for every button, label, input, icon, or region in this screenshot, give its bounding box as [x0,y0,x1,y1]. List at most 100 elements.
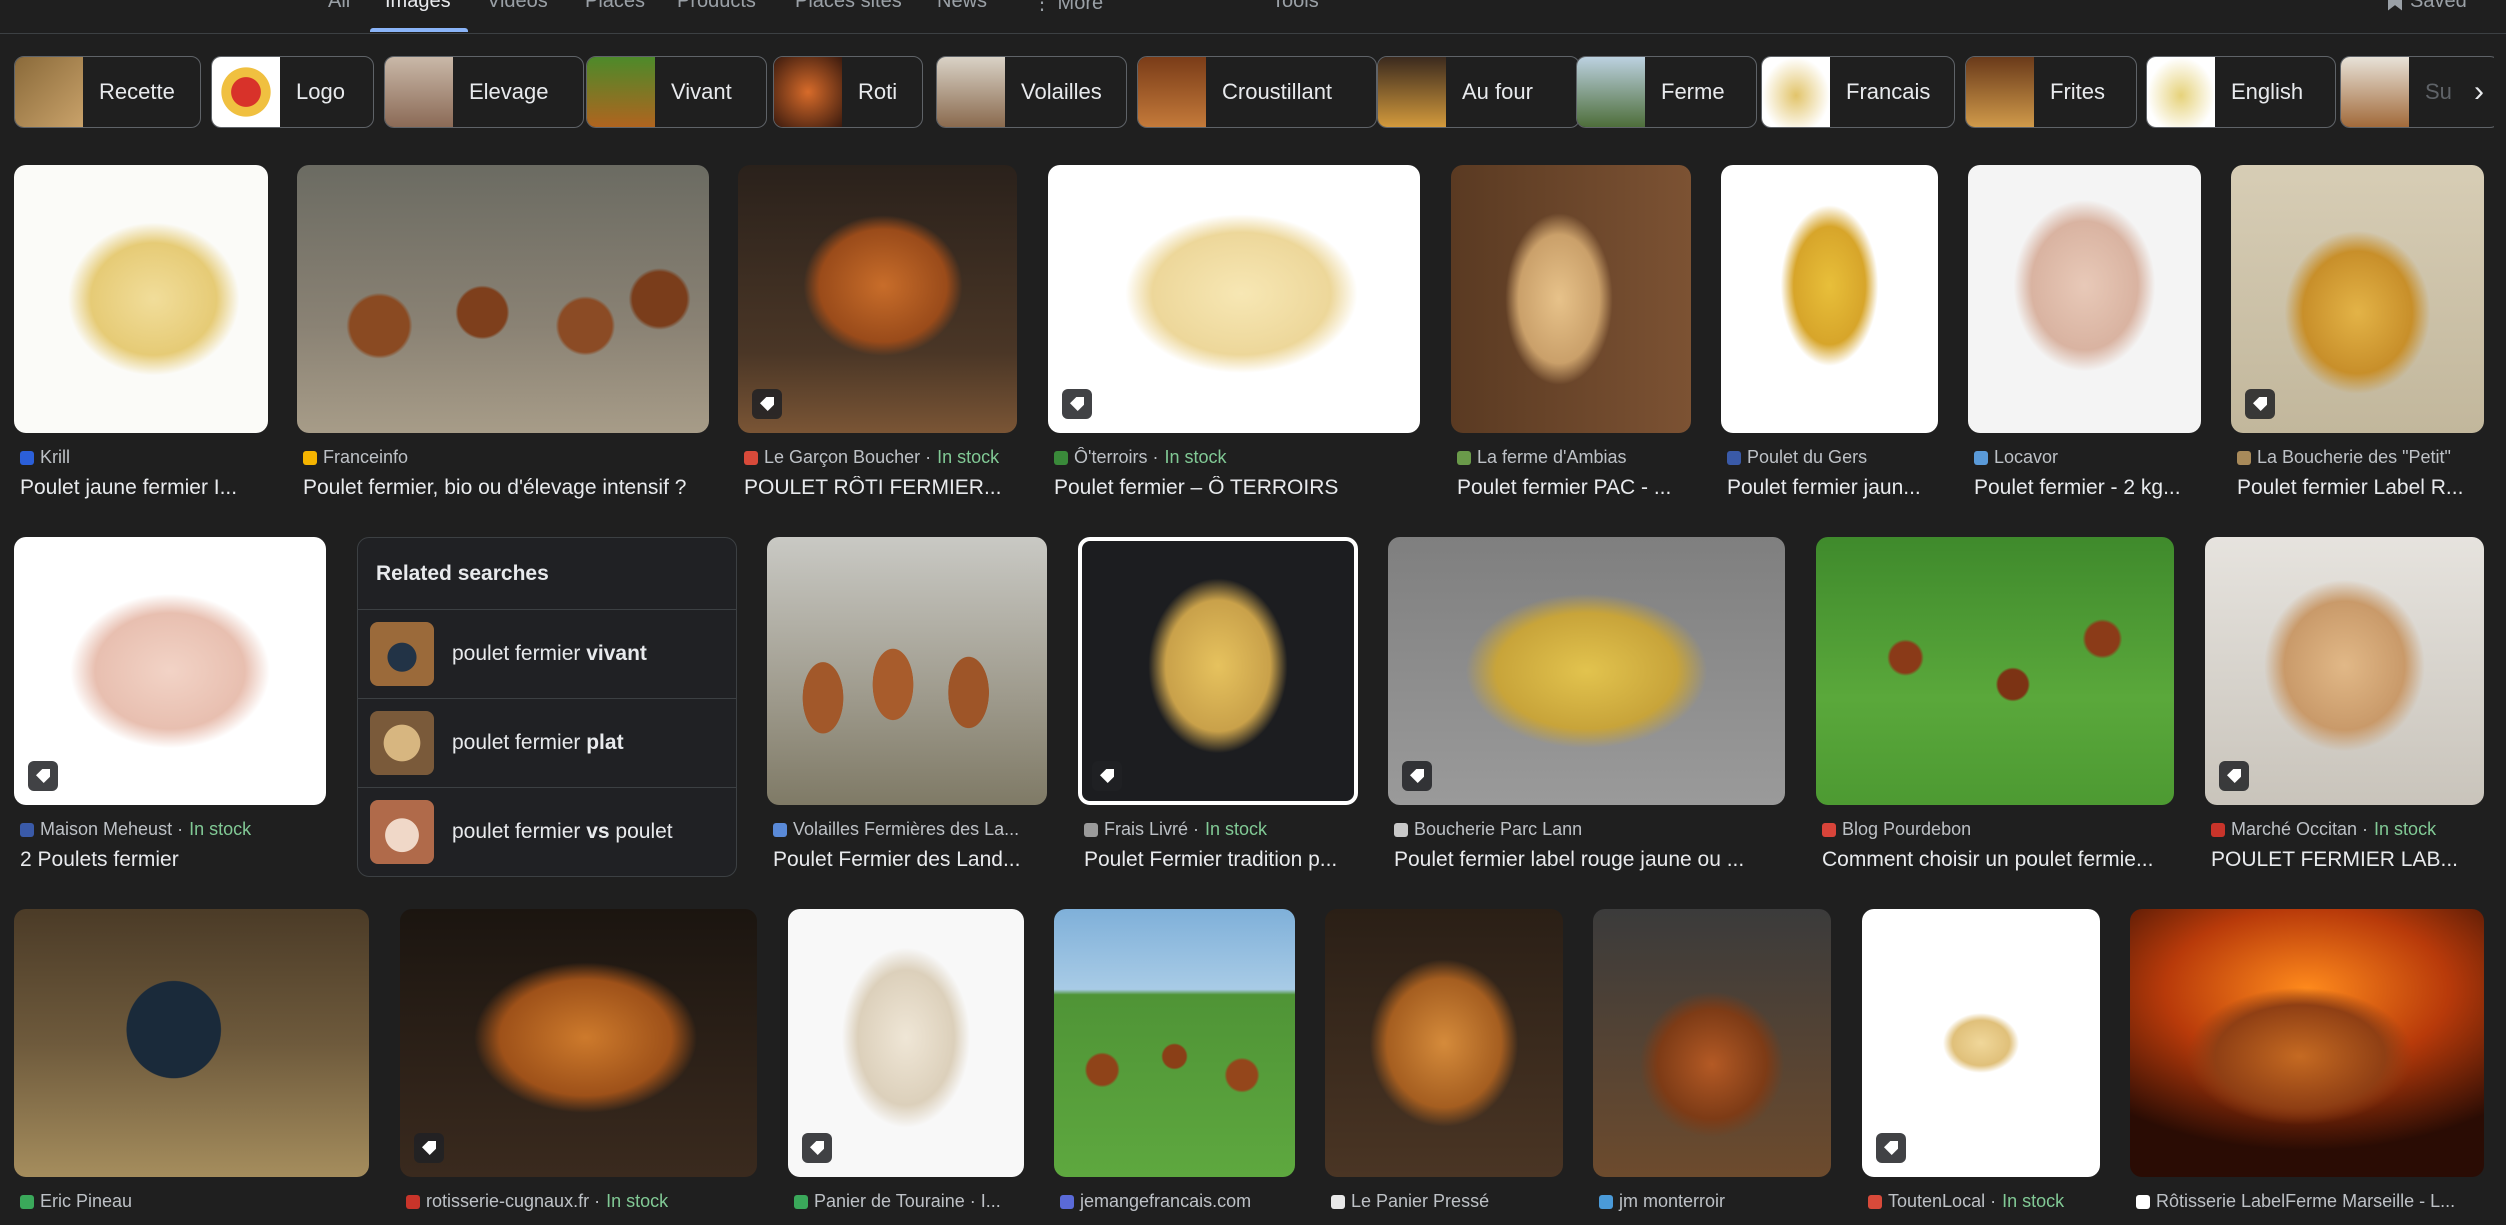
result-card[interactable]: Le Panier Pressé [1325,909,1563,1225]
result-source[interactable]: Maison Meheust · In stock [20,819,326,840]
result-card[interactable]: jm monterroir [1593,909,1831,1225]
result-card[interactable]: Eric Pineau [14,909,369,1225]
result-card[interactable]: La ferme d'Ambias Poulet fermier PAC - .… [1451,165,1691,505]
result-title[interactable]: Poulet Fermier des Land... [773,848,1047,872]
result-card[interactable]: Ô'terroirs · In stock Poulet fermier – Ô… [1048,165,1420,505]
result-title[interactable]: 2 Poulets fermier [20,848,326,872]
result-source[interactable]: Blog Pourdebon [1822,819,2174,840]
result-card[interactable]: Krill Poulet jaune fermier I... [14,165,268,505]
result-image[interactable] [1968,165,2201,433]
related-search-item[interactable]: poulet fermier vivant [358,609,736,697]
result-title[interactable]: Poulet fermier PAC - ... [1457,476,1691,500]
chip-english[interactable]: English [2146,56,2336,128]
result-title[interactable]: Poulet fermier jaun... [1727,476,1938,500]
result-image[interactable] [1078,537,1358,805]
result-image[interactable] [1325,909,1563,1177]
result-source[interactable]: ToutenLocal · In stock [1868,1191,2100,1212]
result-image[interactable] [1054,909,1295,1177]
result-source[interactable]: Rôtisserie LabelFerme Marseille - L... [2136,1191,2484,1212]
result-title[interactable]: POULET RÔTI FERMIER... [744,476,1017,500]
result-card[interactable]: jemangefrancais.com [1054,909,1295,1225]
result-card[interactable]: Marché Occitan · In stock POULET FERMIER… [2205,537,2484,877]
result-image[interactable] [1721,165,1938,433]
result-image[interactable] [297,165,709,433]
result-source[interactable]: Marché Occitan · In stock [2211,819,2484,840]
result-source[interactable]: Le Garçon Boucher · In stock [744,447,1017,468]
result-image[interactable] [1816,537,2174,805]
result-source[interactable]: rotisserie-cugnaux.fr · In stock [406,1191,757,1212]
result-source[interactable]: Eric Pineau [20,1191,369,1212]
result-source[interactable]: jemangefrancais.com [1060,1191,1295,1212]
result-source[interactable]: Panier de Touraine · I... [794,1191,1024,1212]
result-title[interactable]: Poulet fermier label rouge jaune ou ... [1394,848,1785,872]
chips-next-arrow-icon[interactable]: › [2452,60,2506,124]
chip-elevage[interactable]: Elevage [384,56,584,128]
result-image[interactable] [738,165,1017,433]
chip-francais[interactable]: Francais [1761,56,1955,128]
chip-roti[interactable]: Roti [773,56,923,128]
tab-images[interactable]: Images [385,0,451,13]
result-source[interactable]: Franceinfo [303,447,709,468]
result-image[interactable] [788,909,1024,1177]
result-source[interactable]: Poulet du Gers [1727,447,1938,468]
result-title[interactable]: Poulet fermier Label R... [2237,476,2484,500]
result-title[interactable]: Poulet fermier – Ô TERROIRS [1054,476,1420,500]
result-image[interactable] [14,909,369,1177]
result-card[interactable]: Franceinfo Poulet fermier, bio ou d'élev… [297,165,709,505]
saved-button[interactable]: Saved [2388,0,2467,13]
result-card[interactable]: ToutenLocal · In stock [1862,909,2100,1225]
result-card[interactable]: Boucherie Parc Lann Poulet fermier label… [1388,537,1785,877]
result-source[interactable]: jm monterroir [1599,1191,1831,1212]
result-source[interactable]: Locavor [1974,447,2201,468]
result-card[interactable]: Poulet du Gers Poulet fermier jaun... [1721,165,1938,505]
result-source[interactable]: Volailles Fermières des La... [773,819,1047,840]
chip-frites[interactable]: Frites [1965,56,2137,128]
result-source[interactable]: Frais Livré · In stock [1084,819,1358,840]
result-image[interactable] [2231,165,2484,433]
result-card[interactable]: Le Garçon Boucher · In stock POULET RÔTI… [738,165,1017,505]
result-source[interactable]: Boucherie Parc Lann [1394,819,1785,840]
result-card[interactable]: Maison Meheust · In stock 2 Poulets ferm… [14,537,326,877]
result-source[interactable]: Le Panier Pressé [1331,1191,1563,1212]
result-image[interactable] [400,909,757,1177]
tools-button[interactable]: Tools [1272,0,1319,13]
tab-more[interactable]: ⋮ More [1032,0,1103,15]
tab-places[interactable]: Places [585,0,645,13]
result-image[interactable] [2205,537,2484,805]
result-card[interactable]: Blog Pourdebon Comment choisir un poulet… [1816,537,2174,877]
result-card[interactable]: rotisserie-cugnaux.fr · In stock [400,909,757,1225]
result-title[interactable]: Poulet fermier, bio ou d'élevage intensi… [303,476,709,500]
result-image[interactable] [1451,165,1691,433]
result-image[interactable] [14,165,268,433]
result-image[interactable] [1593,909,1831,1177]
chip-vivant[interactable]: Vivant [586,56,767,128]
tab-videos[interactable]: Videos [487,0,548,13]
chip-au-four[interactable]: Au four [1377,56,1580,128]
result-title[interactable]: Poulet Fermier tradition p... [1084,848,1358,872]
result-image[interactable] [2130,909,2484,1177]
result-title[interactable]: Comment choisir un poulet fermie... [1822,848,2174,872]
result-card[interactable]: Panier de Touraine · I... [788,909,1024,1225]
result-source[interactable]: Krill [20,447,268,468]
result-source[interactable]: Ô'terroirs · In stock [1054,447,1420,468]
chip-volailles[interactable]: Volailles [936,56,1127,128]
tab-all[interactable]: All [328,0,350,13]
result-card[interactable]: Frais Livré · In stock Poulet Fermier tr… [1078,537,1358,877]
result-image[interactable] [1048,165,1420,433]
result-title[interactable]: POULET FERMIER LAB... [2211,848,2484,872]
chip-logo[interactable]: Logo [211,56,374,128]
result-card[interactable]: Rôtisserie LabelFerme Marseille - L... [2130,909,2484,1225]
result-image[interactable] [14,537,326,805]
result-card[interactable]: La Boucherie des "Petit" Poulet fermier … [2231,165,2484,505]
tab-products[interactable]: Products [677,0,756,13]
result-source[interactable]: La Boucherie des "Petit" [2237,447,2484,468]
result-card[interactable]: Volailles Fermières des La... Poulet Fer… [767,537,1047,877]
chip-ferme[interactable]: Ferme [1576,56,1757,128]
result-image[interactable] [1388,537,1785,805]
chip-recette[interactable]: Recette [14,56,201,128]
result-source[interactable]: La ferme d'Ambias [1457,447,1691,468]
related-search-item[interactable]: poulet fermier plat [358,698,736,786]
result-title[interactable]: Poulet fermier - 2 kg... [1974,476,2201,500]
tab-news[interactable]: News [937,0,987,13]
tab-places-sites[interactable]: Places sites [795,0,902,13]
